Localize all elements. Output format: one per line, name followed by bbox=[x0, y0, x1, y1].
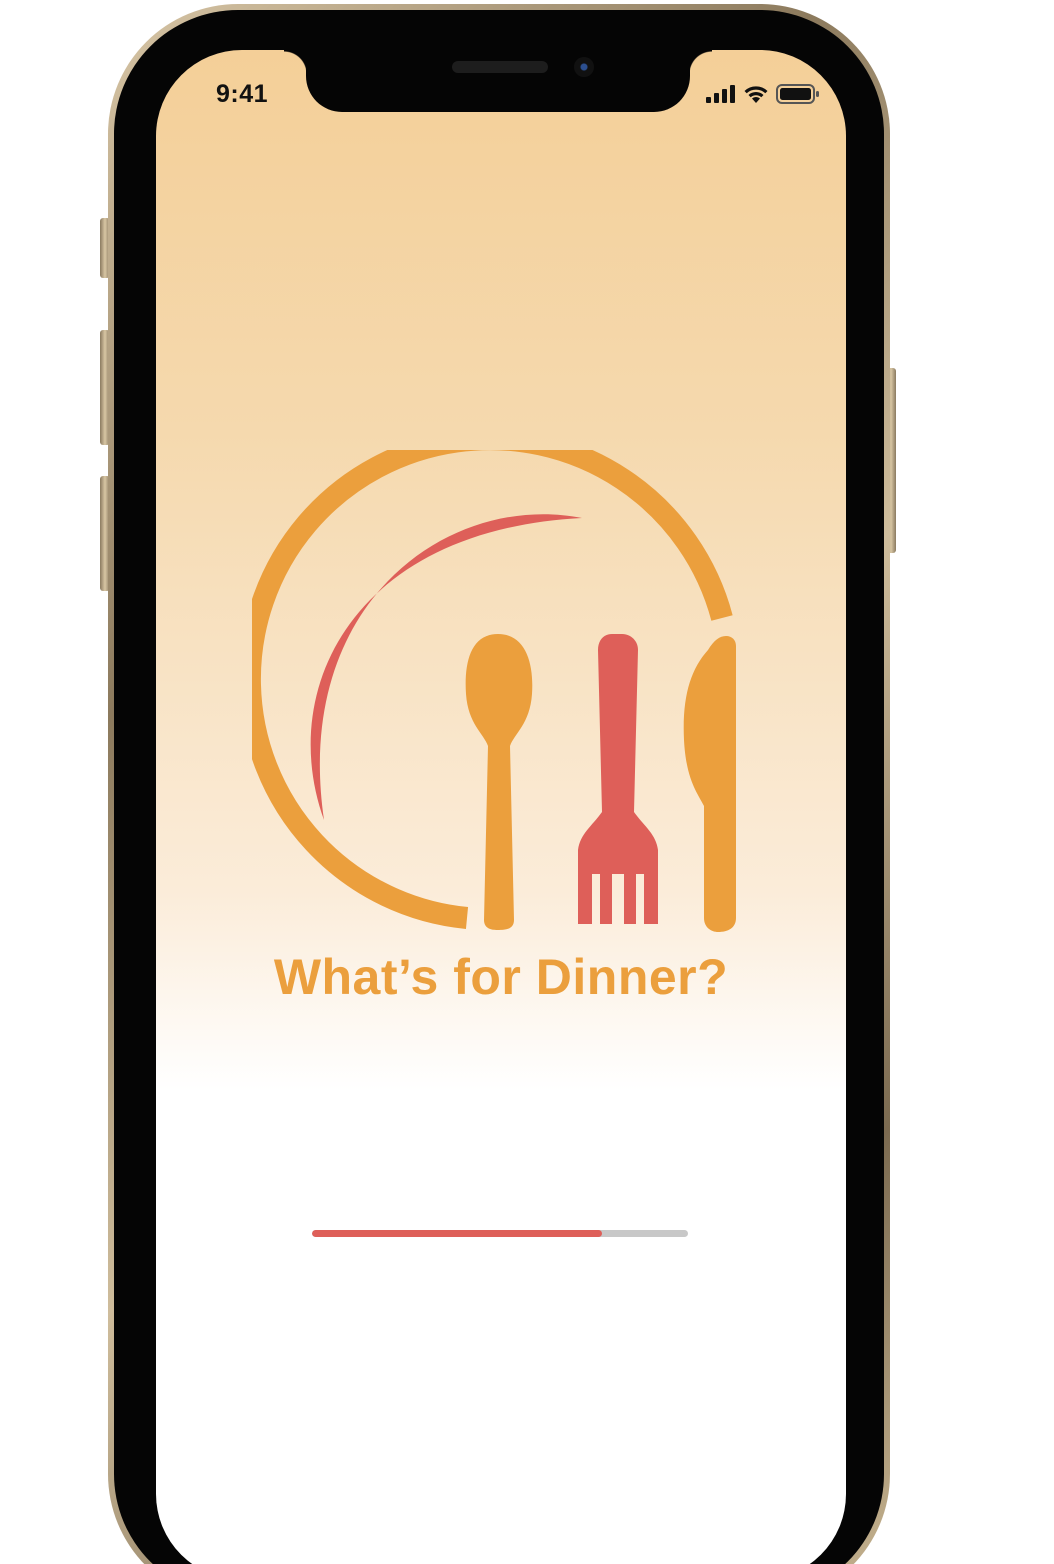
cellular-signal-icon bbox=[706, 85, 735, 103]
earpiece-speaker bbox=[452, 61, 548, 73]
spoon-icon bbox=[465, 634, 533, 930]
status-time: 9:41 bbox=[216, 80, 269, 108]
splash-screen: 9:41 What’s for Dinner? bbox=[156, 50, 846, 1564]
knife-icon bbox=[683, 636, 736, 932]
phone-bezel: 9:41 What’s for Dinner? bbox=[114, 10, 884, 1564]
loading-progress-bar bbox=[312, 1230, 688, 1237]
status-icons bbox=[706, 84, 820, 104]
wifi-icon bbox=[744, 86, 768, 103]
front-camera bbox=[574, 57, 594, 77]
notch bbox=[284, 50, 712, 112]
phone-frame: 9:41 What’s for Dinner? bbox=[108, 4, 890, 1564]
battery-icon bbox=[776, 84, 819, 104]
device-mockup: 9:41 What’s for Dinner? bbox=[0, 0, 1054, 1564]
app-title: What’s for Dinner? bbox=[273, 949, 729, 1005]
plate-inner-crescent-icon bbox=[310, 514, 582, 820]
loading-progress-fill bbox=[312, 1230, 602, 1237]
fork-icon bbox=[578, 634, 658, 924]
plate-spoon-fork-knife-icon bbox=[252, 450, 736, 932]
